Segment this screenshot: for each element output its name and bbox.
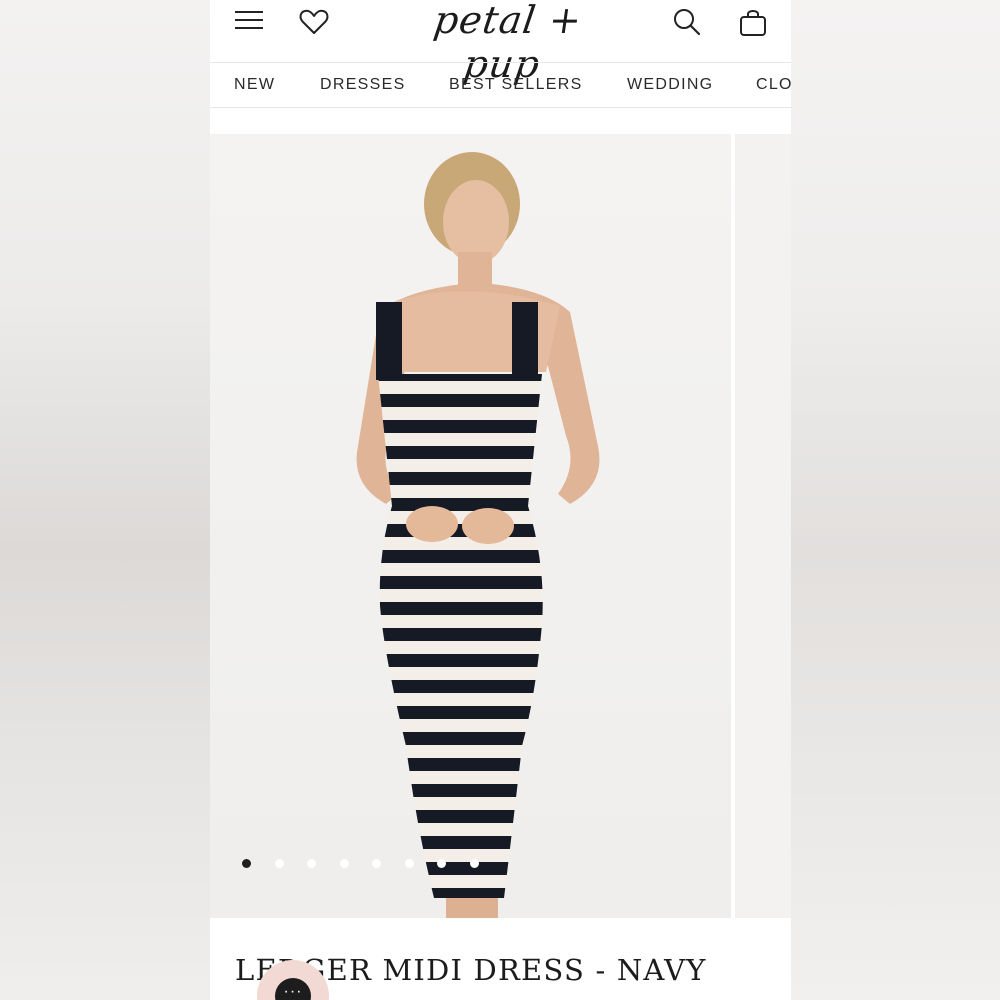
chat-icon: ··· (275, 978, 311, 1000)
nav-item-dresses[interactable]: DRESSES (320, 76, 406, 94)
bag-icon[interactable] (737, 6, 769, 38)
background-left (0, 0, 210, 1000)
nav-item-new[interactable]: NEW (234, 76, 275, 94)
carousel-dot[interactable] (275, 859, 284, 868)
nav-item-wedding[interactable]: WEDDING (627, 76, 713, 94)
brand-logo[interactable]: petal + pup (400, 0, 610, 86)
nav-item-best-sellers[interactable]: BEST SELLERS (449, 76, 583, 94)
product-image[interactable] (210, 134, 731, 918)
carousel-dot[interactable] (372, 859, 381, 868)
category-nav: NEW DRESSES BEST SELLERS WEDDING CLO (210, 62, 791, 108)
carousel-dot[interactable] (405, 859, 414, 868)
product-gallery[interactable] (210, 134, 791, 918)
carousel-dots (242, 859, 502, 869)
menu-icon[interactable] (233, 6, 265, 38)
search-icon[interactable] (671, 6, 703, 38)
mobile-page: petal + pup NEW DRESSES BEST SELLERS WED… (210, 0, 791, 1000)
model-illustration (356, 152, 600, 918)
next-slide-preview[interactable] (735, 134, 791, 918)
chat-dots: ··· (283, 983, 303, 1000)
carousel-dot[interactable] (340, 859, 349, 868)
heart-icon[interactable] (298, 6, 330, 38)
carousel-dot[interactable] (470, 859, 479, 868)
carousel-dot[interactable] (437, 859, 446, 868)
nav-item-clothing[interactable]: CLO (756, 76, 791, 94)
site-header: petal + pup (210, 0, 791, 86)
carousel-dot[interactable] (307, 859, 316, 868)
carousel-dot[interactable] (242, 859, 251, 868)
background-right (790, 0, 1000, 1000)
